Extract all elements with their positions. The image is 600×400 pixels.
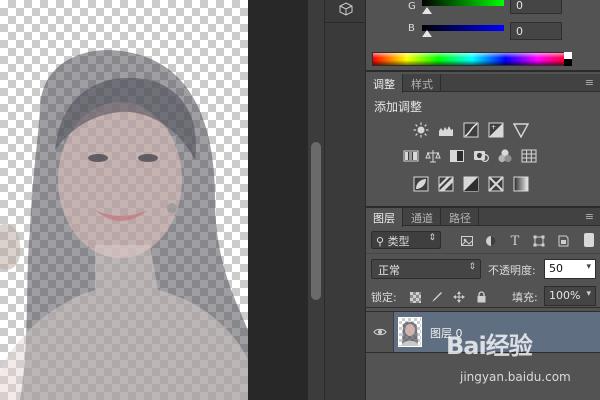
blue-value-field[interactable]: 0 <box>510 22 562 40</box>
lock-image-pixels-icon[interactable] <box>430 290 444 304</box>
green-slider-row: G 0 <box>366 0 600 20</box>
filter-kind-label: 类型 <box>387 235 410 248</box>
gradient-map-icon[interactable] <box>512 176 530 192</box>
lock-label: 锁定: <box>371 291 397 304</box>
channel-mixer-icon[interactable] <box>496 148 514 164</box>
fill-input[interactable]: 100% ▾ <box>544 286 596 306</box>
green-slider-knob[interactable] <box>422 7 432 14</box>
exposure-icon[interactable]: + <box>487 122 505 138</box>
adjustment-layer-filter-icon[interactable] <box>484 234 498 248</box>
panel-menu-icon[interactable]: ≡ <box>585 210 594 223</box>
layer-visibility-toggle[interactable] <box>366 312 394 352</box>
layer-thumbnail[interactable] <box>398 317 422 347</box>
filter-kind-select[interactable]: ⚲ 类型 ⇕ <box>371 231 441 249</box>
adjustments-panel: 调整 样式 ≡ 添加调整 + <box>366 74 600 204</box>
lock-all-icon[interactable] <box>474 290 488 304</box>
layers-tab-bar: 图层 通道 路径 ≡ <box>366 208 600 227</box>
layer-filter-row: ⚲ 类型 ⇕ T <box>366 228 600 254</box>
tab-styles[interactable]: 样式 <box>404 74 441 92</box>
posterize-icon[interactable] <box>437 176 455 192</box>
color-panel: G 0 B 0 <box>366 0 600 72</box>
chevron-down-icon[interactable]: ▾ <box>586 262 591 272</box>
photo-portrait-semitransparent <box>0 50 248 400</box>
collapsed-panel-dock <box>324 0 367 400</box>
opacity-input[interactable]: 50 ▾ <box>544 259 596 279</box>
lock-transparent-pixels-icon[interactable] <box>408 290 422 304</box>
search-icon: ⚲ <box>376 235 385 248</box>
document-canvas[interactable] <box>0 0 248 400</box>
vertical-scrollbar[interactable] <box>308 0 324 400</box>
shape-layer-filter-icon[interactable] <box>532 234 546 248</box>
svg-text:+: + <box>491 124 496 131</box>
tab-layers[interactable]: 图层 <box>366 208 403 227</box>
vibrance-icon[interactable] <box>512 122 530 138</box>
green-slider-track[interactable] <box>422 0 504 6</box>
blend-mode-select[interactable]: 正常 ⇕ <box>371 259 481 279</box>
hue-saturation-icon[interactable] <box>402 148 420 164</box>
color-balance-icon[interactable] <box>424 148 442 164</box>
selective-color-icon[interactable] <box>487 176 505 192</box>
layer-name[interactable]: 图层 0 <box>430 325 463 341</box>
tab-paths[interactable]: 路径 <box>442 208 479 226</box>
color-spectrum-ramp[interactable] <box>372 52 572 66</box>
pasteboard <box>248 0 308 400</box>
brightness-contrast-icon[interactable] <box>412 122 430 138</box>
adjustments-heading: 添加调整 <box>374 100 423 114</box>
tab-channels[interactable]: 通道 <box>404 208 441 226</box>
layers-panel: 图层 通道 路径 ≡ ⚲ 类型 ⇕ T 正常 ⇕ 不透明度: 50 ▾ 锁定: … <box>366 206 600 400</box>
black-white-swatch[interactable] <box>564 52 572 66</box>
tab-adjustments[interactable]: 调整 <box>366 74 403 93</box>
eye-icon <box>372 328 387 336</box>
levels-icon[interactable] <box>437 122 455 138</box>
threshold-icon[interactable] <box>462 176 480 192</box>
scrollbar-thumb[interactable] <box>311 142 321 300</box>
layers-list-empty-area <box>366 354 600 400</box>
blue-slider-track[interactable] <box>422 25 504 31</box>
panel-column: G 0 B 0 调整 样式 ≡ 添加调整 + 图层 通道 路径 ≡ ⚲ 类型 ⇕… <box>366 0 600 400</box>
black-white-icon[interactable] <box>448 148 466 164</box>
updown-caret-icon: ⇕ <box>428 233 436 243</box>
updown-caret-icon: ⇕ <box>468 262 476 272</box>
blue-slider-label: B <box>408 23 415 34</box>
adjustments-tab-bar: 调整 样式 ≡ <box>366 74 600 93</box>
invert-icon[interactable] <box>412 176 430 192</box>
lock-position-icon[interactable] <box>452 290 466 304</box>
opacity-label: 不透明度: <box>488 264 536 277</box>
blend-opacity-row: 正常 ⇕ 不透明度: 50 ▾ <box>366 256 600 282</box>
filter-toggle-switch[interactable] <box>584 233 594 247</box>
chevron-down-icon[interactable]: ▾ <box>586 289 591 299</box>
blend-mode-value: 正常 <box>378 264 400 277</box>
3d-cube-icon[interactable] <box>334 0 358 18</box>
smart-object-filter-icon[interactable] <box>556 234 570 248</box>
pixel-layer-filter-icon[interactable] <box>460 234 474 248</box>
type-layer-filter-icon[interactable]: T <box>508 234 522 249</box>
lock-fill-row: 锁定: 填充: 100% ▾ <box>366 284 600 308</box>
panel-menu-icon[interactable]: ≡ <box>585 76 594 89</box>
green-value-field[interactable]: 0 <box>510 0 562 14</box>
color-lookup-icon[interactable] <box>520 148 538 164</box>
blue-slider-row: B 0 <box>366 22 600 42</box>
dock-divider <box>325 22 367 23</box>
spectrum-shading <box>373 53 571 65</box>
photo-filter-icon[interactable] <box>472 148 490 164</box>
blue-slider-knob[interactable] <box>422 30 432 37</box>
opacity-value: 50 <box>549 262 563 275</box>
fill-value: 100% <box>549 289 581 302</box>
green-slider-label: G <box>408 1 416 12</box>
layer-row-selected[interactable]: 图层 0 <box>366 311 600 353</box>
fill-label: 填充: <box>512 291 538 304</box>
curves-icon[interactable] <box>462 122 480 138</box>
